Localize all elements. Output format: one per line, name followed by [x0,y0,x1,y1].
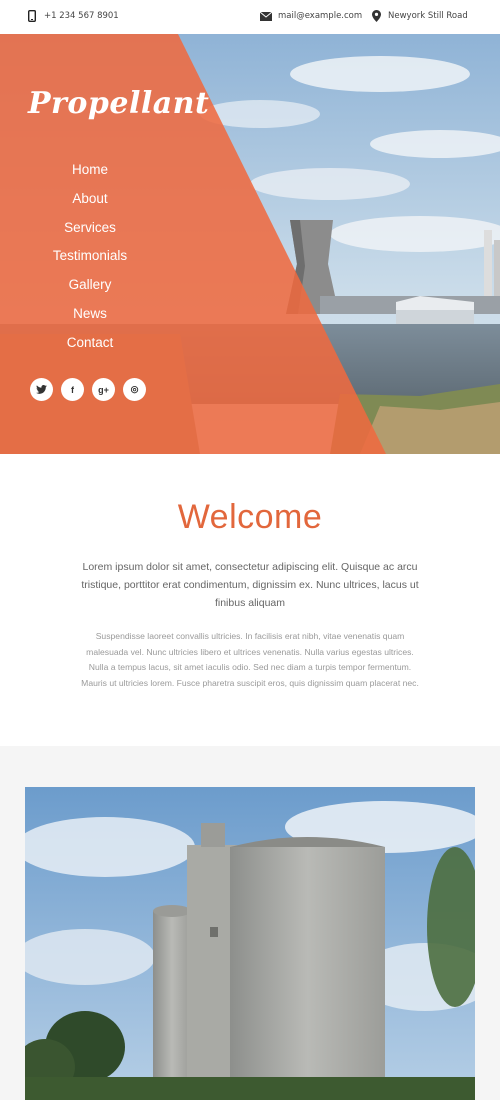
nav-item-testimonials[interactable]: Testimonials [40,242,140,271]
welcome-lead-text: Lorem ipsum dolor sit amet, consectetur … [81,561,419,609]
address-contact: Newyork Still Road [372,10,468,22]
nav-item-gallery[interactable]: Gallery [40,271,140,300]
google-plus-icon[interactable]: g+ [92,378,115,401]
hero-banner: Propellant Home About Services Testimoni… [0,34,500,454]
welcome-section: Welcome Lorem ipsum dolor sit amet, cons… [0,454,500,746]
address-text: Newyork Still Road [388,11,468,21]
welcome-title: Welcome [177,498,323,536]
phone-contact[interactable]: +1 234 567 8901 [28,10,119,22]
email-contact[interactable]: mail@example.com [260,11,362,21]
facebook-icon[interactable]: f [61,378,84,401]
silo-photo [25,787,475,1100]
twitter-icon[interactable] [30,378,53,401]
nav-item-contact[interactable]: Contact [40,329,140,358]
email-address: mail@example.com [278,11,363,21]
phone-number: +1 234 567 8901 [44,11,119,21]
site-logo[interactable]: Propellant [28,86,209,121]
envelope-icon [260,11,272,21]
social-links: f g+ ◎ [30,378,146,401]
nav-item-news[interactable]: News [40,300,140,329]
nav-item-about[interactable]: About [40,185,140,214]
phone-icon [28,10,36,22]
dribbble-icon[interactable]: ◎ [123,378,146,401]
feature-image-section [0,746,500,1100]
nav-item-home[interactable]: Home [40,156,140,185]
welcome-body-text: Suspendisse laoreet convallis ultricies.… [81,631,419,688]
top-bar: +1 234 567 8901 mail@example.com Newyork… [0,0,500,34]
main-nav: Home About Services Testimonials Gallery… [40,156,140,358]
nav-item-services[interactable]: Services [40,214,140,243]
map-pin-icon [372,10,381,22]
